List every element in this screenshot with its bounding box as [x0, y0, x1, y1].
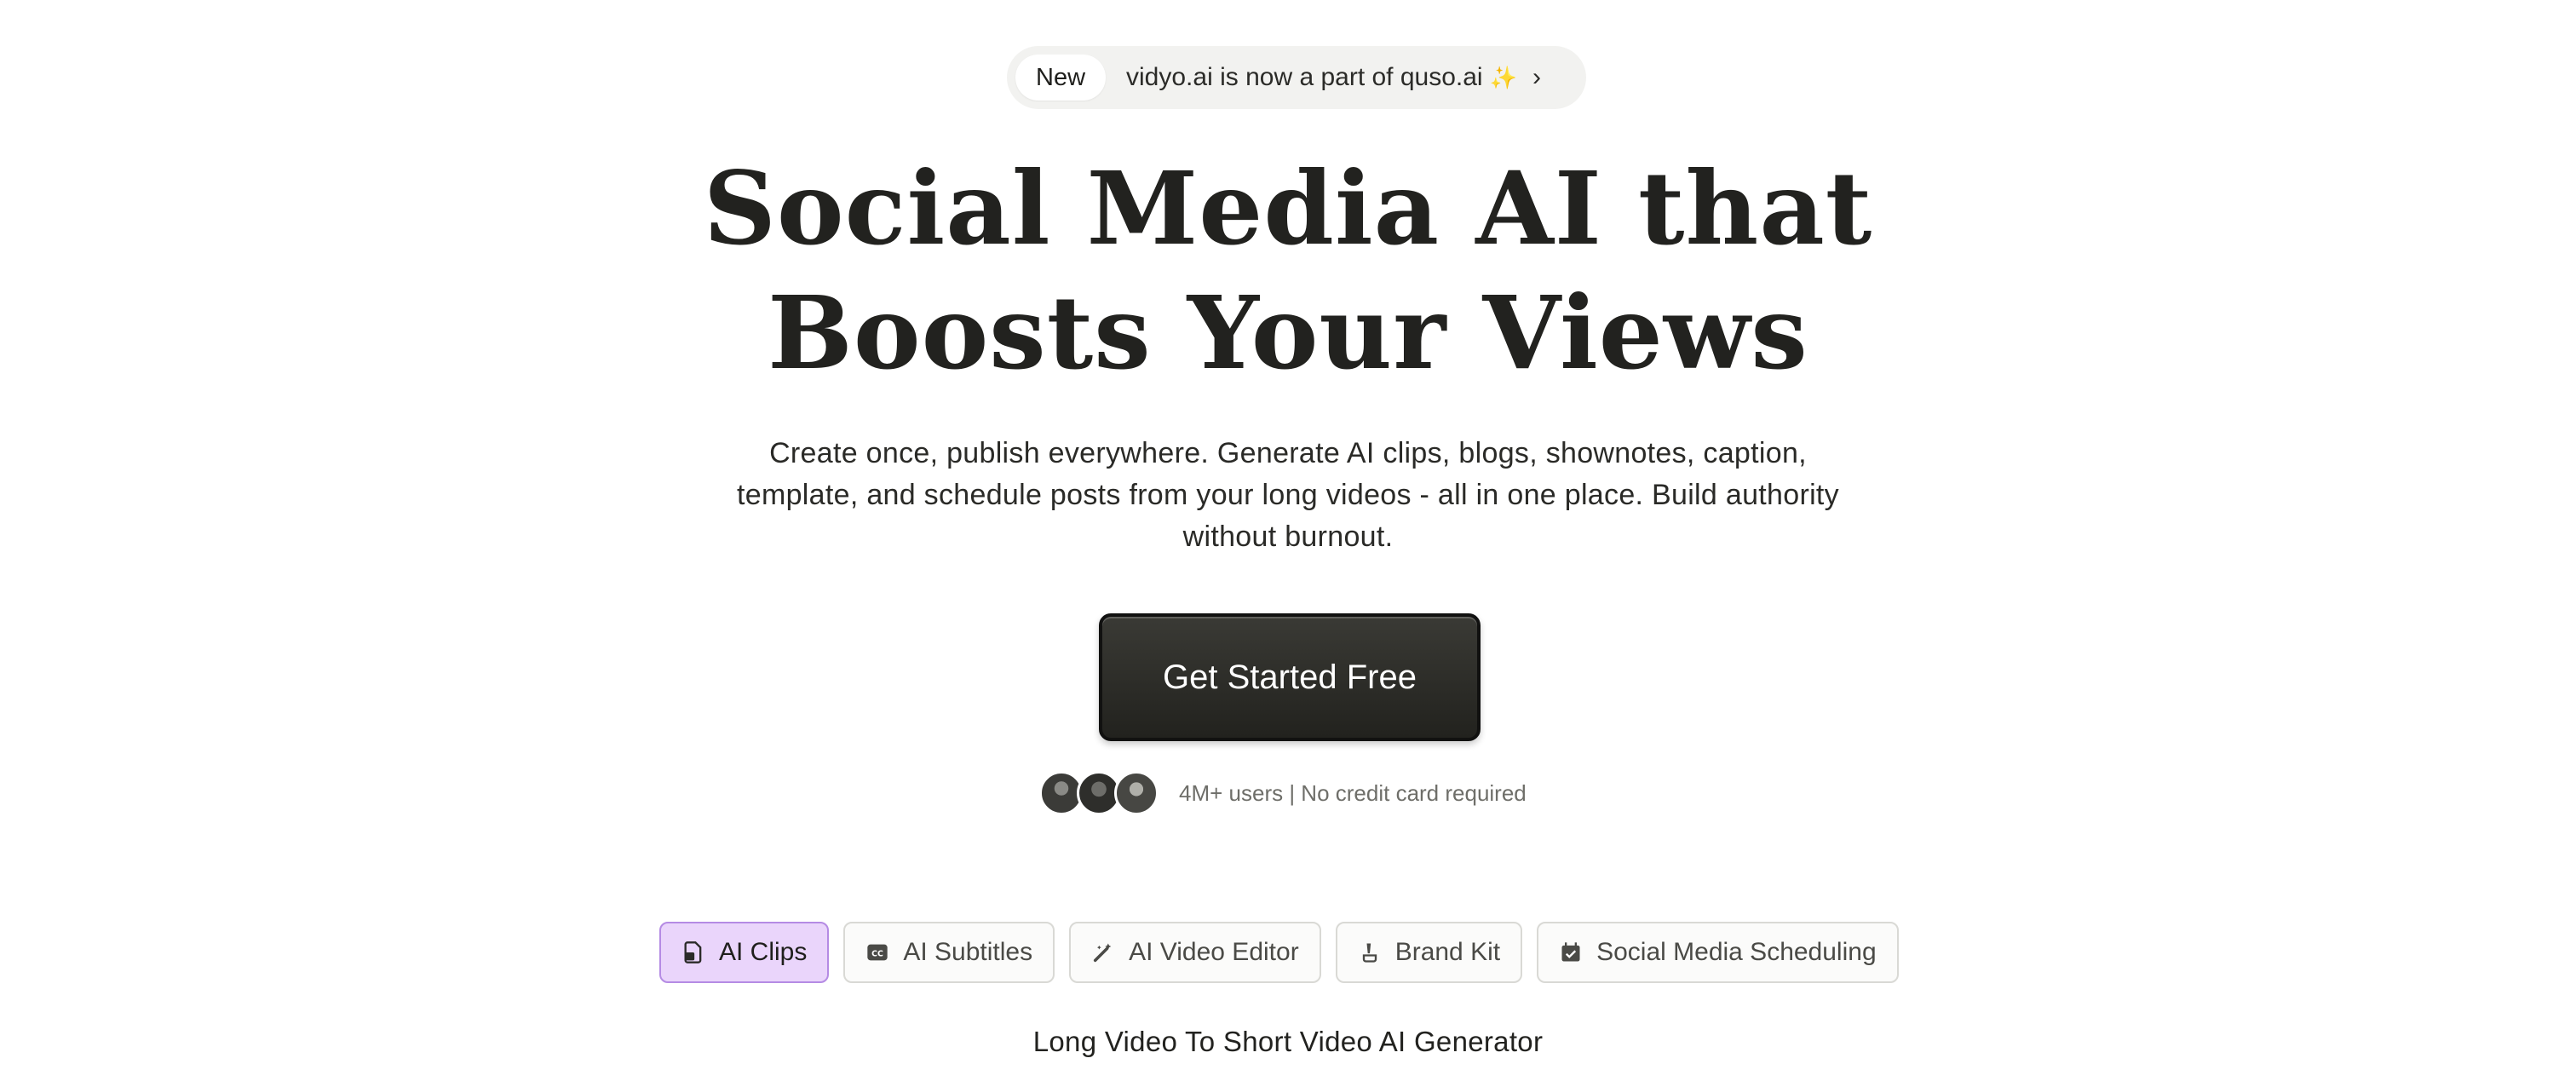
- tab-brand-kit[interactable]: Brand Kit: [1335, 922, 1523, 983]
- hero-title: Social Media AI that Boosts Your Views: [0, 147, 2576, 395]
- tab-ai-clips[interactable]: AI Clips: [659, 922, 830, 983]
- sparkle-icon: ✨: [1489, 64, 1517, 90]
- hero-subtitle: Create once, publish everywhere. Generat…: [737, 437, 1839, 553]
- magic-wand-icon: [1091, 940, 1115, 964]
- get-started-button[interactable]: Get Started Free: [1099, 613, 1481, 741]
- tab-label: AI Clips: [719, 938, 808, 966]
- clip-file-icon: [681, 940, 705, 964]
- tab-ai-video-editor[interactable]: AI Video Editor: [1069, 922, 1321, 983]
- social-proof-text: 4M+ users | No credit card required: [1179, 779, 1527, 806]
- tab-label: AI Video Editor: [1129, 938, 1299, 966]
- user-avatars: [1039, 771, 1159, 815]
- calendar-check-icon: [1559, 940, 1583, 964]
- tab-label: Brand Kit: [1394, 938, 1501, 966]
- social-proof: 4M+ users | No credit card required: [1039, 768, 1527, 818]
- tab-label: Social Media Scheduling: [1596, 938, 1877, 966]
- tab-ai-subtitles[interactable]: CC AI Subtitles: [843, 922, 1055, 983]
- tab-social-media-scheduling[interactable]: Social Media Scheduling: [1537, 922, 1899, 983]
- svg-text:CC: CC: [872, 950, 884, 959]
- chevron-right-icon: ›: [1532, 63, 1541, 91]
- hero-title-line-1: Social Media AI that: [703, 149, 1873, 267]
- closed-captions-icon: CC: [865, 940, 889, 964]
- brush-icon: [1358, 940, 1382, 964]
- announcement-pill[interactable]: New vidyo.ai is now a part of quso.ai ✨ …: [1007, 46, 1586, 109]
- new-badge: New: [1015, 55, 1107, 101]
- landing-page: New vidyo.ai is now a part of quso.ai ✨ …: [0, 0, 2576, 1087]
- announcement-message: vidyo.ai is now a part of quso.ai: [1126, 63, 1483, 91]
- avatar: [1114, 771, 1159, 815]
- tab-label: AI Subtitles: [903, 938, 1033, 966]
- hero-title-line-2: Boosts Your Views: [768, 273, 1808, 392]
- section-caption: Long Video To Short Video AI Generator: [1032, 1026, 1544, 1057]
- feature-tabs: AI Clips CC AI Subtitles AI Video Editor: [659, 922, 1899, 983]
